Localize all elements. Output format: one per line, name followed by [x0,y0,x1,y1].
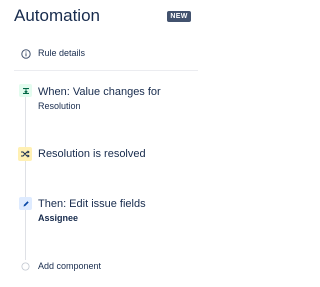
trigger-detail: Resolution [38,101,81,111]
trigger-label: When: Value changes for [38,86,161,98]
info-icon [19,47,32,60]
shuffle-icon [18,147,32,161]
condition-label: Resolution is resolved [38,148,146,160]
header: Automation NEW [14,6,194,28]
divider [14,70,198,71]
action-label: Then: Edit issue fields [38,198,146,210]
rule-details-label: Rule details [38,48,86,58]
pencil-icon [19,197,32,210]
action-detail: Assignee [38,213,79,223]
timeline-rail [25,210,26,260]
page-title: Automation [14,6,100,25]
trigger-icon [19,84,32,97]
new-badge: NEW [167,11,191,22]
timeline-rail [25,97,26,147]
timeline-rail [25,161,26,198]
add-component-label: Add component [38,261,102,271]
circle-icon [19,260,32,273]
